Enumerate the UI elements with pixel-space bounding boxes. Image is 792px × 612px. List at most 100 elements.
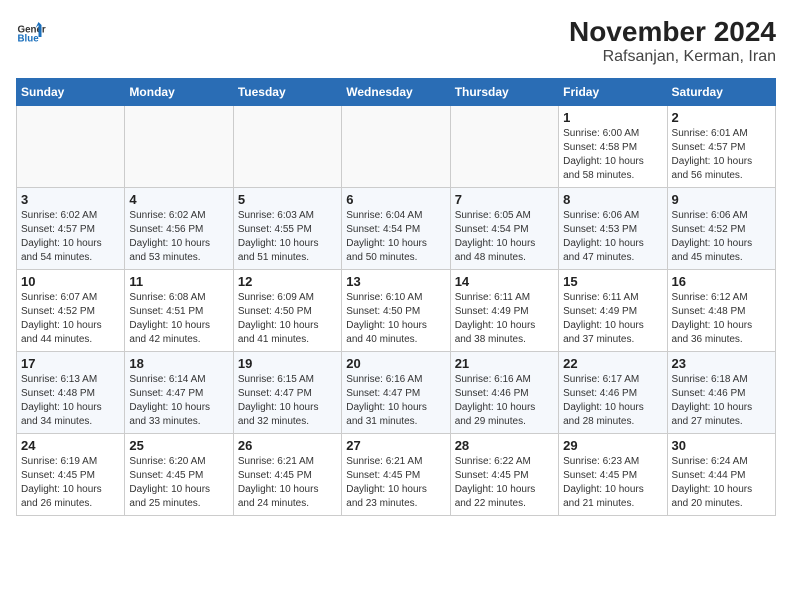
day-number: 10 (21, 274, 120, 289)
calendar-cell: 22Sunrise: 6:17 AMSunset: 4:46 PMDayligh… (559, 352, 667, 434)
calendar-table: SundayMondayTuesdayWednesdayThursdayFrid… (16, 78, 776, 516)
day-number: 4 (129, 192, 228, 207)
calendar-cell: 2Sunrise: 6:01 AMSunset: 4:57 PMDaylight… (667, 106, 775, 188)
calendar-cell: 12 Sunrise: 6:09 AMSunset: 4:50 PMDayligh… (233, 270, 341, 352)
day-info: Sunrise: 6:17 AMSunset: 4:46 PMDaylight:… (563, 373, 662, 429)
day-info: Sunrise: 6:16 AMSunset: 4:47 PMDaylight:… (346, 373, 445, 429)
calendar-cell: 11 Sunrise: 6:08 AMSunset: 4:51 PMDayligh… (125, 270, 233, 352)
calendar-cell: 27 Sunrise: 6:21 AMSunset: 4:45 PMDayligh… (342, 434, 450, 516)
day-info: Sunrise: 6:19 AMSunset: 4:45 PMDaylight:… (21, 455, 120, 511)
day-info: Sunrise: 6:22 AMSunset: 4:45 PMDaylight:… (455, 455, 554, 511)
weekday-header-sunday: Sunday (17, 79, 125, 106)
day-number: 29 (563, 438, 662, 453)
day-number: 18 (129, 356, 228, 371)
calendar-cell: 15 Sunrise: 6:11 AMSunset: 4:49 PMDayligh… (559, 270, 667, 352)
day-info: Sunrise: 6:12 AMSunset: 4:48 PMDaylight:… (672, 291, 771, 347)
day-info: Sunrise: 6:20 AMSunset: 4:45 PMDaylight:… (129, 455, 228, 511)
weekday-header-thursday: Thursday (450, 79, 558, 106)
calendar-cell: 10 Sunrise: 6:07 AMSunset: 4:52 PMDayligh… (17, 270, 125, 352)
calendar-cell (233, 106, 341, 188)
day-number: 30 (672, 438, 771, 453)
calendar-cell: 16 Sunrise: 6:12 AMSunset: 4:48 PMDayligh… (667, 270, 775, 352)
day-number: 6 (346, 192, 445, 207)
calendar-cell: 7 Sunrise: 6:05 AMSunset: 4:54 PMDaylight… (450, 188, 558, 270)
day-info: Sunrise: 6:10 AMSunset: 4:50 PMDaylight:… (346, 291, 445, 347)
day-number: 25 (129, 438, 228, 453)
day-info: Sunrise: 6:02 AMSunset: 4:56 PMDaylight:… (129, 209, 228, 265)
day-info: Sunrise: 6:21 AMSunset: 4:45 PMDaylight:… (346, 455, 445, 511)
day-number: 19 (238, 356, 337, 371)
day-number: 28 (455, 438, 554, 453)
calendar-cell: 3 Sunrise: 6:02 AMSunset: 4:57 PMDaylight… (17, 188, 125, 270)
logo-icon: General Blue (16, 16, 46, 46)
calendar-cell: 20Sunrise: 6:16 AMSunset: 4:47 PMDayligh… (342, 352, 450, 434)
day-info: Sunrise: 6:05 AMSunset: 4:54 PMDaylight:… (455, 209, 554, 265)
day-info: Sunrise: 6:18 AMSunset: 4:46 PMDaylight:… (672, 373, 771, 429)
day-number: 11 (129, 274, 228, 289)
calendar-cell: 30 Sunrise: 6:24 AMSunset: 4:44 PMDayligh… (667, 434, 775, 516)
day-info: Sunrise: 6:23 AMSunset: 4:45 PMDaylight:… (563, 455, 662, 511)
day-info: Sunrise: 6:02 AMSunset: 4:57 PMDaylight:… (21, 209, 120, 265)
page-subtitle: Rafsanjan, Kerman, Iran (569, 48, 776, 66)
calendar-cell: 9 Sunrise: 6:06 AMSunset: 4:52 PMDaylight… (667, 188, 775, 270)
calendar-cell (125, 106, 233, 188)
day-info: Sunrise: 6:24 AMSunset: 4:44 PMDaylight:… (672, 455, 771, 511)
day-info: Sunrise: 6:06 AMSunset: 4:52 PMDaylight:… (672, 209, 771, 265)
calendar-cell: 29 Sunrise: 6:23 AMSunset: 4:45 PMDayligh… (559, 434, 667, 516)
calendar-cell: 25 Sunrise: 6:20 AMSunset: 4:45 PMDayligh… (125, 434, 233, 516)
day-info: Sunrise: 6:06 AMSunset: 4:53 PMDaylight:… (563, 209, 662, 265)
calendar-cell: 17 Sunrise: 6:13 AMSunset: 4:48 PMDayligh… (17, 352, 125, 434)
day-number: 16 (672, 274, 771, 289)
day-info: Sunrise: 6:15 AMSunset: 4:47 PMDaylight:… (238, 373, 337, 429)
day-number: 14 (455, 274, 554, 289)
day-number: 5 (238, 192, 337, 207)
day-info: Sunrise: 6:03 AMSunset: 4:55 PMDaylight:… (238, 209, 337, 265)
day-number: 9 (672, 192, 771, 207)
day-info: Sunrise: 6:14 AMSunset: 4:47 PMDaylight:… (129, 373, 228, 429)
day-number: 15 (563, 274, 662, 289)
weekday-header-wednesday: Wednesday (342, 79, 450, 106)
day-number: 24 (21, 438, 120, 453)
calendar-cell: 28 Sunrise: 6:22 AMSunset: 4:45 PMDayligh… (450, 434, 558, 516)
calendar-cell: 18 Sunrise: 6:14 AMSunset: 4:47 PMDayligh… (125, 352, 233, 434)
day-number: 27 (346, 438, 445, 453)
day-info: Sunrise: 6:16 AMSunset: 4:46 PMDaylight:… (455, 373, 554, 429)
calendar-cell: 24 Sunrise: 6:19 AMSunset: 4:45 PMDayligh… (17, 434, 125, 516)
calendar-cell: 23 Sunrise: 6:18 AMSunset: 4:46 PMDayligh… (667, 352, 775, 434)
day-info: Sunrise: 6:09 AMSunset: 4:50 PMDaylight:… (238, 291, 337, 347)
svg-text:Blue: Blue (18, 34, 40, 45)
day-number: 12 (238, 274, 337, 289)
weekday-header-monday: Monday (125, 79, 233, 106)
weekday-header-tuesday: Tuesday (233, 79, 341, 106)
day-info: Sunrise: 6:04 AMSunset: 4:54 PMDaylight:… (346, 209, 445, 265)
calendar-cell: 21Sunrise: 6:16 AMSunset: 4:46 PMDayligh… (450, 352, 558, 434)
weekday-header-saturday: Saturday (667, 79, 775, 106)
calendar-cell (342, 106, 450, 188)
day-number: 17 (21, 356, 120, 371)
calendar-cell: 19 Sunrise: 6:15 AMSunset: 4:47 PMDayligh… (233, 352, 341, 434)
day-info: Sunrise: 6:08 AMSunset: 4:51 PMDaylight:… (129, 291, 228, 347)
day-info: Sunrise: 6:11 AMSunset: 4:49 PMDaylight:… (455, 291, 554, 347)
day-info: Sunrise: 6:01 AMSunset: 4:57 PMDaylight:… (672, 127, 771, 183)
calendar-cell: 14 Sunrise: 6:11 AMSunset: 4:49 PMDayligh… (450, 270, 558, 352)
calendar-cell: 8 Sunrise: 6:06 AMSunset: 4:53 PMDaylight… (559, 188, 667, 270)
day-info: Sunrise: 6:00 AMSunset: 4:58 PMDaylight:… (563, 127, 662, 183)
title-block: November 2024 Rafsanjan, Kerman, Iran (569, 16, 776, 66)
day-info: Sunrise: 6:21 AMSunset: 4:45 PMDaylight:… (238, 455, 337, 511)
day-number: 3 (21, 192, 120, 207)
day-number: 26 (238, 438, 337, 453)
weekday-header-friday: Friday (559, 79, 667, 106)
calendar-cell: 5 Sunrise: 6:03 AMSunset: 4:55 PMDaylight… (233, 188, 341, 270)
day-info: Sunrise: 6:11 AMSunset: 4:49 PMDaylight:… (563, 291, 662, 347)
day-info: Sunrise: 6:13 AMSunset: 4:48 PMDaylight:… (21, 373, 120, 429)
page-header: General Blue November 2024 Rafsanjan, Ke… (16, 16, 776, 66)
day-number: 1 (563, 110, 662, 125)
calendar-cell: 6 Sunrise: 6:04 AMSunset: 4:54 PMDaylight… (342, 188, 450, 270)
calendar-cell (17, 106, 125, 188)
day-number: 7 (455, 192, 554, 207)
day-number: 23 (672, 356, 771, 371)
calendar-cell: 4 Sunrise: 6:02 AMSunset: 4:56 PMDaylight… (125, 188, 233, 270)
logo: General Blue (16, 16, 46, 46)
day-number: 8 (563, 192, 662, 207)
day-info: Sunrise: 6:07 AMSunset: 4:52 PMDaylight:… (21, 291, 120, 347)
